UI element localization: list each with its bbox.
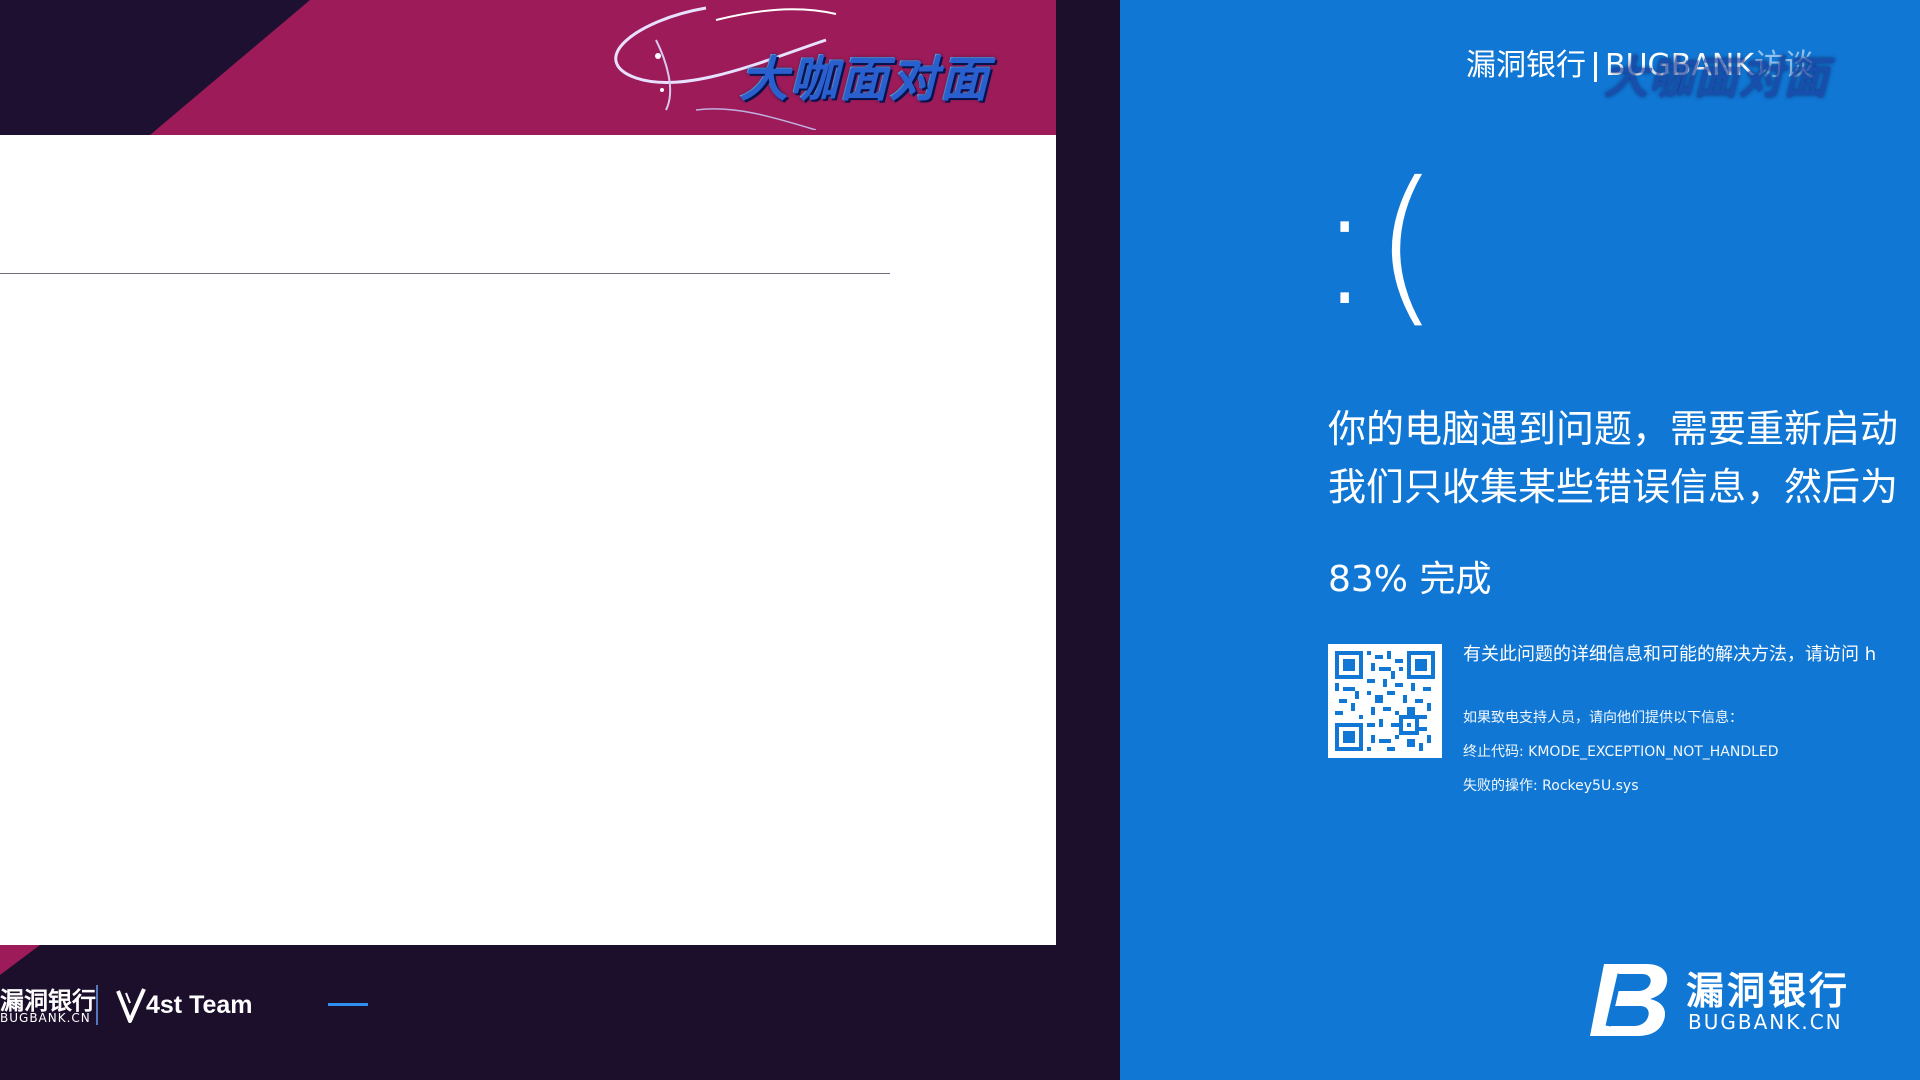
bugbank-logo-cn: 漏洞银行 xyxy=(1686,969,1851,1013)
bsod-screen: 漏洞银行 BUGBANK访谈 大咖面对面 :( 你的电脑遇到问题，需要重新启动 我… xyxy=(1120,0,1920,1080)
watermark-separator xyxy=(1594,51,1597,82)
more-info-text: 有关此问题的详细信息和可能的解决方法，请访问 h xyxy=(1463,644,1877,665)
footer-divider xyxy=(96,985,98,1025)
bugbank-b-icon xyxy=(1590,964,1668,1036)
footer-dash xyxy=(328,1003,368,1006)
progress-text: 83% 完成 xyxy=(1328,559,1492,600)
slide-canvas xyxy=(0,135,1056,945)
watermark-left: 漏洞银行 xyxy=(1466,48,1586,83)
team-label: 4st Team xyxy=(146,991,253,1019)
bugbank-en-text: BUGBANK.CN xyxy=(0,1011,91,1025)
slide-divider xyxy=(0,273,890,274)
footer-accent xyxy=(0,945,40,975)
show-logo-text: 大咖面对面 xyxy=(740,52,991,108)
qr-code xyxy=(1328,644,1442,758)
team-v-icon xyxy=(116,988,146,1023)
support-text: 如果致电支持人员，请向他们提供以下信息： xyxy=(1463,710,1743,726)
error-message-line-2: 我们只收集某些错误信息，然后为 xyxy=(1328,465,1899,509)
failed-operation-text: 失败的操作: Rockey5U.sys xyxy=(1463,778,1639,794)
presentation-panel: 大咖面对面 漏洞银行 BUGBANK.CN 4st Team xyxy=(0,0,1120,1080)
watermark-show-logo: 大咖面对面 xyxy=(1604,53,1829,104)
bugbank-logo: 漏洞银行 BUGBANK.CN xyxy=(1590,960,1910,1040)
error-message-line-1: 你的电脑遇到问题，需要重新启动 xyxy=(1328,407,1899,451)
qr-code-pattern xyxy=(1335,651,1435,751)
sad-face-emoticon: :( xyxy=(1316,146,1440,344)
stop-code-text: 终止代码: KMODE_EXCEPTION_NOT_HANDLED xyxy=(1463,744,1779,760)
footer-logos: 漏洞银行 BUGBANK.CN 4st Team xyxy=(0,975,1120,1035)
bugbank-logo-en: BUGBANK.CN xyxy=(1688,1010,1843,1034)
